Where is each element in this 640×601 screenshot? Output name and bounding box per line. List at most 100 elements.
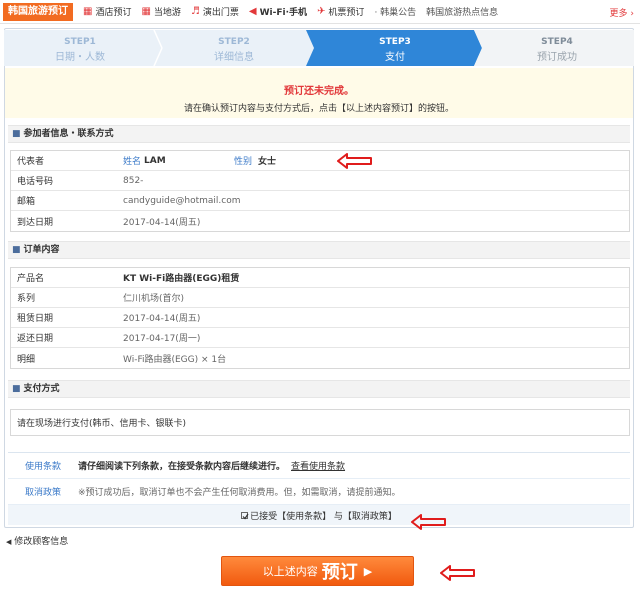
nav-item-notice[interactable]: · 韩巢公告 xyxy=(374,5,416,18)
nav-item-hotel[interactable]: ▦ 酒店预订 xyxy=(83,5,131,18)
table-row: 电话号码 852- xyxy=(11,171,629,191)
incomplete-notice: 预订还未完成。 请在确认预订内容与支付方式后，点击【以上述内容预订】的按钮。 xyxy=(5,68,633,118)
table-row: 返还日期 2017-04-17(周一) xyxy=(11,328,629,348)
nav-item-wifi[interactable]: ◀ Wi-Fi·手机 xyxy=(249,5,307,18)
step-number: STEP2 xyxy=(218,37,250,47)
step-1: STEP1 日期・人数 xyxy=(4,30,156,66)
row-label: 到达日期 xyxy=(17,217,54,228)
step-number: STEP1 xyxy=(64,37,96,47)
phone-value: 852- xyxy=(123,175,144,186)
terms-use-text: 请仔细阅读下列条款，在接受条款内容后继续进行。 查看使用条款 xyxy=(78,459,345,472)
name-value: LAM xyxy=(144,155,166,166)
table-row: 到达日期 2017-04-14(周五) xyxy=(11,211,629,231)
arrival-value: 2017-04-14(周五) xyxy=(123,217,201,228)
order-table: 产品名 KT Wi-Fi路由器(EGG)租赁 系列 仁川机场(首尔) 租赁日期 … xyxy=(10,267,630,369)
nav-item-hot-info[interactable]: 韩国旅游热点信息 xyxy=(426,5,498,18)
bullet-icon: ■ xyxy=(12,245,21,255)
table-row: 租赁日期 2017-04-14(周五) xyxy=(11,308,629,328)
row-value: 仁川机场(首尔) xyxy=(123,294,185,304)
annotation-arrow-icon xyxy=(411,514,446,530)
top-navigation: 韩国旅游预订 ▦ 酒店预订 ▦ 当地游 ♬ 演出门票 ◀ Wi-Fi·手机 ✈ … xyxy=(0,0,640,24)
row-label: 电话号码 xyxy=(17,177,54,187)
step-indicator: STEP1 日期・人数 STEP2 详细信息 STEP3 支付 STEP4 预订… xyxy=(4,30,634,66)
ticket-icon: ♬ xyxy=(190,6,200,17)
wifi-icon: ◀ xyxy=(248,6,257,17)
more-link[interactable]: 更多 › xyxy=(610,6,634,19)
terms-section: 使用条款 请仔细阅读下列条款，在接受条款内容后继续进行。 查看使用条款 取消政策 … xyxy=(8,452,630,528)
hotel-icon: ▦ xyxy=(83,6,93,17)
edit-customer-info-link[interactable]: ◀ 修改顾客信息 xyxy=(6,534,68,547)
nav-item-tour[interactable]: ▦ 当地游 xyxy=(141,5,180,18)
row-label: 产品名 xyxy=(17,274,45,284)
nav-item-ticket[interactable]: ♬ 演出门票 xyxy=(191,5,239,18)
nav-item-label: 酒店预订 xyxy=(95,8,132,18)
brand-tab[interactable]: 韩国旅游预订 xyxy=(3,2,73,21)
nav-item-plane[interactable]: ✈ 机票预订 xyxy=(317,5,364,18)
accept-terms-label: 已接受【使用条款】 与【取消政策】 xyxy=(250,511,397,522)
section-participant-heading: ■ 参加者信息・联系方式 xyxy=(8,125,630,143)
row-value: 2017-04-14(周五) xyxy=(123,314,201,324)
table-row: 邮箱 candyguide@hotmail.com xyxy=(11,191,629,211)
chevron-left-icon: ◀ xyxy=(6,538,12,546)
notice-title: 预订还未完成。 xyxy=(284,86,354,97)
table-row: 明细 Wi-Fi路由器(EGG) × 1台 xyxy=(11,348,629,368)
accept-checkbox[interactable] xyxy=(241,511,249,519)
terms-row-cancel: 取消政策 ※预订成功后，取消订单也不会产生任何取消费用。但，如需取消，请提前通知… xyxy=(8,479,630,505)
terms-row-use: 使用条款 请仔细阅读下列条款，在接受条款内容后继续进行。 查看使用条款 xyxy=(8,453,630,479)
email-value: candyguide@hotmail.com xyxy=(123,195,241,206)
bullet-icon: ■ xyxy=(12,129,21,139)
section-title: 参加者信息・联系方式 xyxy=(23,129,114,139)
annotation-arrow-icon xyxy=(440,565,475,581)
payment-method-text: 请在现场进行支付(韩币、信用卡、银联卡) xyxy=(17,419,187,429)
row-label: 代表者 xyxy=(17,157,45,167)
gender-value: 女士 xyxy=(258,157,277,167)
bullet-icon: ■ xyxy=(12,384,21,394)
step-label: 日期・人数 xyxy=(55,52,105,63)
row-label: 明细 xyxy=(17,354,36,365)
nav-item-label: 机票预订 xyxy=(328,8,365,18)
section-title: 订单内容 xyxy=(23,245,60,255)
notice-text: 请在确认预订内容与支付方式后，点击【以上述内容预订】的按钮。 xyxy=(183,104,454,114)
step-3: STEP3 支付 xyxy=(312,30,478,66)
row-value: KT Wi-Fi路由器(EGG)租赁 xyxy=(123,274,240,284)
tour-icon: ▦ xyxy=(141,6,151,17)
back-link-label: 修改顾客信息 xyxy=(14,537,69,547)
row-value: 2017-04-17(周一) xyxy=(123,334,201,344)
cancel-policy-label: 取消政策 xyxy=(24,488,61,498)
button-prefix: 以上述内容 xyxy=(262,565,318,578)
plane-icon: ✈ xyxy=(317,6,326,17)
name-label: 姓名 xyxy=(123,157,142,167)
chevron-right-icon: ▶ xyxy=(363,564,373,578)
row-label: 租赁日期 xyxy=(17,314,54,324)
view-terms-link[interactable]: 查看使用条款 xyxy=(291,462,345,472)
terms-use-label: 使用条款 xyxy=(24,462,61,472)
payment-table: 请在现场进行支付(韩币、信用卡、银联卡) xyxy=(10,409,630,436)
step-4: STEP4 预订成功 xyxy=(480,30,634,66)
row-label: 邮箱 xyxy=(17,197,36,207)
step-number: STEP4 xyxy=(541,37,573,47)
button-main: 预订 xyxy=(321,562,358,583)
terms-use-instruction: 请仔细阅读下列条款，在接受条款内容后继续进行。 xyxy=(78,462,286,472)
table-row: 代表者 姓名 LAM 性别 女士 xyxy=(11,151,629,171)
step-label: 支付 xyxy=(385,52,405,63)
step-number: STEP3 xyxy=(379,37,411,47)
step-label: 详细信息 xyxy=(214,52,254,63)
row-label: 系列 xyxy=(17,294,36,304)
annotation-arrow-icon xyxy=(337,153,372,169)
participant-table: 代表者 姓名 LAM 性别 女士 电话号码 852- 邮箱 candyguide… xyxy=(10,150,630,232)
section-title: 支付方式 xyxy=(23,384,60,394)
confirm-booking-button[interactable]: 以上述内容 预订 ▶ xyxy=(221,556,414,586)
table-row: 产品名 KT Wi-Fi路由器(EGG)租赁 xyxy=(11,268,629,288)
gender-label: 性别 xyxy=(234,157,253,167)
section-payment-heading: ■ 支付方式 xyxy=(8,380,630,398)
nav-item-label: Wi-Fi·手机 xyxy=(259,8,308,18)
section-order-heading: ■ 订单内容 xyxy=(8,241,630,259)
nav-item-label: 演出门票 xyxy=(202,8,239,18)
table-row: 系列 仁川机场(首尔) xyxy=(11,288,629,308)
step-2: STEP2 详细信息 xyxy=(159,30,309,66)
nav-item-label: 当地游 xyxy=(153,8,181,18)
accept-terms[interactable]: 已接受【使用条款】 与【取消政策】 xyxy=(8,505,630,525)
step-label: 预订成功 xyxy=(537,52,577,63)
row-label: 返还日期 xyxy=(17,334,54,344)
row-value: Wi-Fi路由器(EGG) × 1台 xyxy=(123,354,227,365)
